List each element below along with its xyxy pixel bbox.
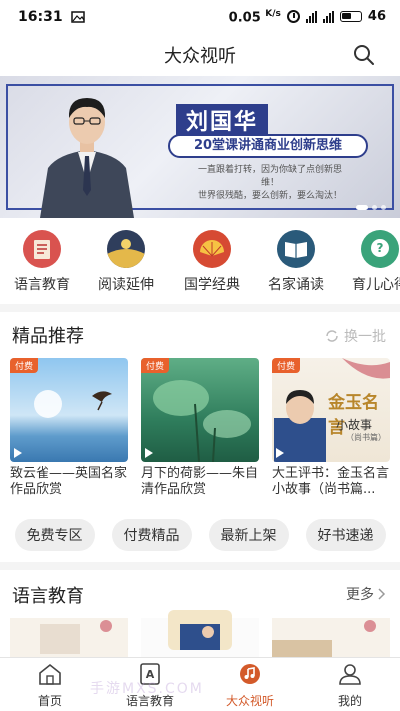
refresh-button[interactable]: 换一批: [324, 326, 386, 346]
signal-icon-2: [322, 10, 334, 23]
chevron-right-icon: [378, 588, 386, 600]
nav-label: 我的: [337, 694, 362, 708]
thumbnail-strip: [10, 610, 390, 658]
promo-banner[interactable]: 刘国华 20堂课讲通商业创新思维 一直跟着打转，因为你缺了点创新思维！ 世界很残…: [0, 76, 400, 218]
svg-text:?: ?: [377, 241, 384, 255]
nav-profile[interactable]: 我的: [300, 658, 400, 711]
quick-filter-row: 免费专区 付费精品 最新上架 好书速递: [0, 508, 400, 562]
nav-home[interactable]: 首页: [0, 658, 100, 711]
new-arrivals-button[interactable]: 最新上架: [208, 519, 289, 551]
category-language-education[interactable]: 语言教育: [2, 230, 82, 294]
premium-card[interactable]: 付费 致云雀——英国名家作品欣赏: [10, 358, 128, 498]
cover-subtitle: 小故事: [336, 418, 373, 432]
status-time: 16:31: [18, 9, 63, 25]
svg-text:A: A: [146, 668, 155, 681]
paid-badge: 付费: [141, 358, 170, 373]
category-label: 阅读延伸: [98, 277, 154, 293]
nav-language-education[interactable]: A 语言教育: [100, 658, 200, 711]
paid-premium-button[interactable]: 付费精品: [111, 519, 192, 551]
card-title: 致云雀——英国名家作品欣赏: [10, 466, 128, 497]
banner-speaker-name: 刘国华: [176, 104, 269, 136]
signal-icon: [305, 10, 317, 23]
nav-label: 大众视听: [225, 694, 274, 708]
language-icon: A: [140, 663, 160, 685]
play-icon: [14, 448, 22, 458]
app-screen: 16:31 0.05 K/s 46 大众视听 刘国华 20堂课讲通商业创新思维 …: [0, 0, 400, 711]
nav-label: 语言教育: [125, 694, 174, 708]
open-book-icon: [277, 230, 315, 268]
category-row: 语言教育 阅读延伸 国学经典 名家诵读 ? 育儿心得: [0, 218, 400, 304]
speaker-photo: [40, 98, 134, 218]
banner-headline: 20堂课讲通商业创新思维: [168, 134, 368, 158]
category-label: 国学经典: [184, 277, 240, 293]
play-icon: [145, 448, 153, 458]
premium-section: 精品推荐 换一批 付费 致云雀——英国名家作品欣赏 付费 月下的荷影——朱自清作…: [0, 312, 400, 508]
refresh-icon: [326, 330, 338, 342]
play-icon: [276, 448, 284, 458]
battery-level: 46: [367, 9, 386, 25]
battery-icon: [339, 11, 362, 23]
card-title: 月下的荷影——朱自清作品欣赏: [141, 466, 259, 497]
category-parenting[interactable]: ? 育儿心得: [340, 230, 400, 294]
category-famous-readings[interactable]: 名家诵读: [256, 230, 336, 294]
moon-icon: [107, 230, 145, 268]
section-title: 语言教育: [12, 586, 84, 607]
cover-image: 付费: [10, 358, 128, 462]
alarm-icon: [286, 10, 300, 24]
free-zone-button[interactable]: 免费专区: [14, 519, 95, 551]
card-title: 大王评书：金玉名言小故事（尚书篇...: [272, 466, 390, 497]
nav-label: 首页: [37, 694, 62, 708]
section-title: 精品推荐: [12, 326, 84, 347]
page-title: 大众视听: [164, 46, 236, 67]
home-icon: [39, 663, 61, 685]
cover-note: （尚书篇）: [346, 433, 386, 442]
bottom-navigation: 首页 A 语言教育 大众视听 我的: [0, 657, 400, 711]
language-thumbnails[interactable]: [0, 610, 400, 658]
banner-pagination: [356, 205, 386, 210]
gallery-icon: [70, 11, 85, 23]
more-button[interactable]: 更多: [346, 584, 386, 604]
premium-card[interactable]: 付费 月下的荷影——朱自清作品欣赏: [141, 358, 259, 498]
language-header: 语言教育 更多: [0, 570, 400, 614]
title-bar: 大众视听: [0, 34, 400, 76]
category-label: 育儿心得: [352, 277, 400, 293]
book-express-button[interactable]: 好书速递: [305, 519, 386, 551]
search-icon[interactable]: [352, 43, 376, 67]
paid-badge: 付费: [10, 358, 39, 373]
question-icon: ?: [361, 230, 399, 268]
premium-header: 精品推荐 换一批: [0, 312, 400, 356]
audio-icon: [240, 664, 260, 684]
cover-image: 付费 金玉名言 小故事 （尚书篇）: [272, 358, 390, 462]
cover-image: 付费: [141, 358, 259, 462]
category-label: 名家诵读: [268, 277, 324, 293]
nav-audio-visual[interactable]: 大众视听: [200, 658, 300, 711]
category-label: 语言教育: [14, 277, 70, 293]
fan-icon: [193, 230, 231, 268]
category-chinese-classics[interactable]: 国学经典: [172, 230, 252, 294]
book-icon: [23, 230, 61, 268]
paid-badge: 付费: [272, 358, 301, 373]
category-reading-extension[interactable]: 阅读延伸: [86, 230, 166, 294]
status-bar: 16:31 0.05 K/s 46: [0, 0, 400, 34]
profile-icon: [339, 664, 361, 685]
premium-card[interactable]: 付费 金玉名言 小故事 （尚书篇） 大王评书：金玉名言小故事（尚书篇...: [272, 358, 390, 498]
network-speed: 0.05 K/s: [228, 8, 281, 26]
banner-subline: 一直跟着打转，因为你缺了点创新思维！ 世界很残酷，要么创新，要么淘汰！: [197, 165, 342, 201]
